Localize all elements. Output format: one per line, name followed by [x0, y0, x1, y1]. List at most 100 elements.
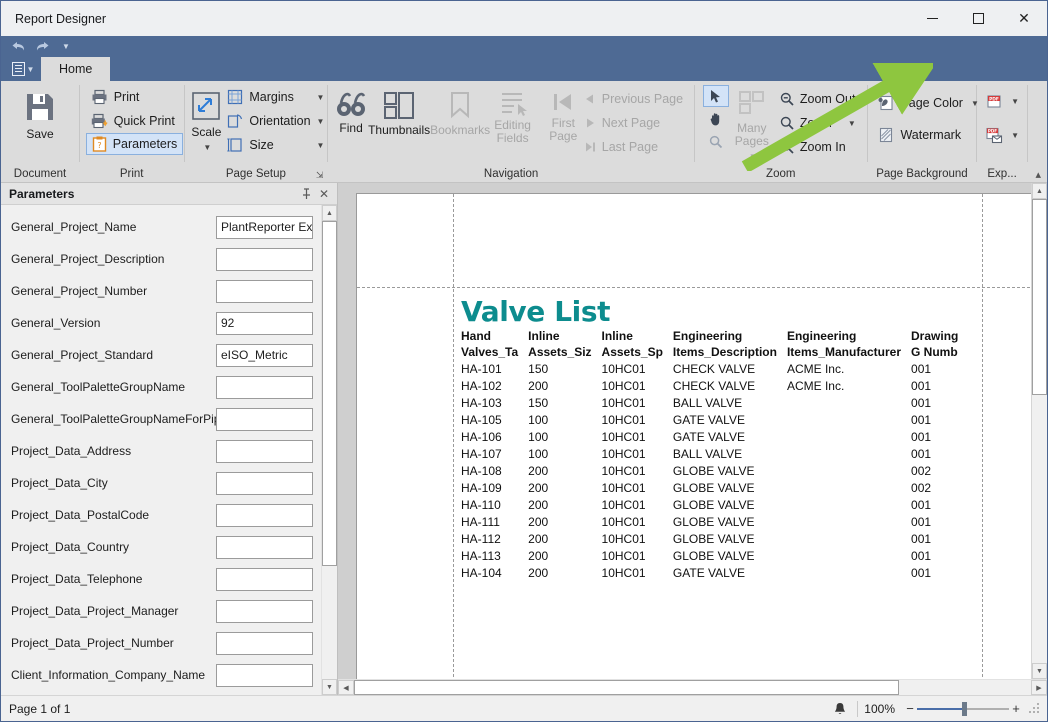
parameter-input[interactable]: eISO_Metric [216, 343, 313, 367]
parameter-input[interactable]: 92 [216, 311, 313, 335]
parameter-label: General_Project_Description [11, 252, 165, 266]
parameter-input[interactable] [216, 503, 313, 527]
parameter-input[interactable] [216, 599, 313, 623]
scroll-track-horizontal[interactable] [354, 680, 1031, 695]
send-email-button[interactable]: PDF ▼ [983, 123, 1021, 147]
parameter-input[interactable] [216, 279, 313, 303]
zoom-slider-handle[interactable] [962, 701, 967, 716]
maximize-button[interactable] [955, 1, 1001, 36]
save-button-label: Save [26, 127, 54, 141]
scroll-down-icon[interactable]: ▼ [1032, 663, 1047, 679]
margins-button[interactable]: Margins ▼ [222, 85, 329, 109]
parameter-input[interactable] [216, 375, 313, 399]
minimize-button[interactable] [909, 1, 955, 36]
parameter-input[interactable] [216, 471, 313, 495]
zoom-in-button[interactable]: Zoom In [775, 135, 861, 159]
zoom-out-icon [780, 92, 794, 106]
last-page-button-label: Last Page [601, 140, 659, 154]
cell-manufacturer [787, 395, 911, 412]
scroll-thumb[interactable] [322, 221, 337, 566]
resize-grip[interactable] [1029, 702, 1041, 715]
zoom-in-button[interactable]: + [1009, 701, 1023, 716]
undo-button[interactable] [7, 37, 29, 56]
cell-tag: HA-103 [461, 396, 502, 410]
scroll-thumb[interactable] [1032, 199, 1047, 395]
watermark-button[interactable]: Watermark [873, 123, 983, 147]
preview-vertical-scrollbar[interactable]: ▲ ▼ [1031, 183, 1047, 679]
parameter-input[interactable] [216, 535, 313, 559]
export-to-button[interactable]: PDF ▼ [983, 89, 1021, 113]
zoom-out-button[interactable]: Zoom Out [775, 87, 861, 111]
size-button[interactable]: Size ▼ [222, 133, 329, 157]
parameters-button[interactable]: ? Parameters [85, 133, 184, 155]
ribbon-group-zoom-label: Zoom [766, 168, 796, 180]
bookmarks-button[interactable]: Bookmarks [430, 85, 490, 159]
cell-manufacturer [787, 548, 911, 565]
parameter-input[interactable]: PlantReporter Exan [216, 215, 313, 239]
cell-drawing: 001 [911, 430, 932, 444]
hand-icon [709, 112, 723, 126]
find-button[interactable]: Find [334, 85, 368, 159]
scroll-left-icon[interactable]: ◀ [338, 680, 354, 695]
next-page-button[interactable]: Next Page [579, 111, 688, 135]
tab-home[interactable]: Home [41, 57, 111, 81]
close-button[interactable]: ✕ [1001, 1, 1047, 36]
table-row: HA-104 200 10HC01 GATE VALVE 001 [461, 565, 968, 582]
scroll-track[interactable] [1032, 199, 1047, 663]
scroll-up-icon[interactable]: ▲ [1032, 183, 1047, 199]
report-page[interactable]: Valve List Hand Valves_Ta Inline Assets_… [356, 193, 1031, 679]
parameter-input[interactable] [216, 567, 313, 591]
valve-list-table: Hand Valves_Ta Inline Assets_Siz Inline … [461, 328, 968, 582]
scale-button[interactable]: Scale ▼ [190, 85, 222, 159]
preview-horizontal-scrollbar[interactable]: ◀ ▶ [338, 679, 1047, 695]
document-canvas[interactable]: Valve List Hand Valves_Ta Inline Assets_… [338, 183, 1031, 679]
divider [857, 700, 859, 717]
zoom-out-button[interactable]: − [903, 701, 917, 716]
redo-button[interactable] [31, 37, 53, 56]
cell-tag: HA-113 [461, 549, 501, 563]
ribbon-group-document-label: Document [13, 168, 67, 180]
save-button[interactable]: Save [7, 85, 73, 159]
editing-fields-button[interactable]: Editing Fields [490, 85, 535, 159]
zoom-in-button-label: Zoom In [799, 140, 846, 154]
parameter-input[interactable] [216, 631, 313, 655]
orientation-icon [227, 113, 243, 129]
hand-tool-button[interactable] [703, 108, 729, 130]
previous-page-button[interactable]: Previous Page [579, 87, 688, 111]
notifications-button[interactable] [829, 702, 851, 716]
parameter-input[interactable] [216, 439, 313, 463]
parameter-input[interactable] [216, 407, 313, 431]
parameter-label: General_Project_Number [11, 284, 148, 298]
parameter-label: General_Project_Standard [11, 348, 154, 362]
scroll-down-icon[interactable]: ▼ [322, 679, 337, 695]
many-pages-button[interactable]: Many Pages ▼ [729, 85, 775, 161]
scroll-up-icon[interactable]: ▲ [322, 205, 337, 221]
pin-icon[interactable] [297, 185, 315, 203]
parameter-input[interactable] [216, 247, 313, 271]
orientation-button[interactable]: Orientation ▼ [222, 109, 329, 133]
quick-print-button[interactable]: Quick Print [86, 109, 184, 133]
magnifier-tool-button[interactable] [703, 131, 729, 153]
scroll-right-icon[interactable]: ▶ [1031, 680, 1047, 695]
cursor-tool-button[interactable] [702, 85, 729, 107]
scroll-thumb-horizontal[interactable] [354, 680, 899, 695]
parameters-vertical-scrollbar[interactable]: ▲ ▼ [321, 205, 337, 695]
close-icon[interactable]: ✕ [315, 185, 333, 203]
first-page-button[interactable]: First Page [548, 85, 579, 159]
page-setup-dialog-launcher[interactable]: ⇲ [316, 170, 324, 181]
customize-qat-button[interactable]: ▼ [55, 37, 77, 56]
ribbon-group-page-setup: Scale ▼ Margins ▼ Orientation ▼ Size ▼ P… [184, 81, 327, 183]
page-color-button[interactable]: Page Color ▼ [873, 91, 983, 115]
parameter-input[interactable] [216, 663, 313, 687]
previous-page-icon [584, 93, 596, 105]
collapse-ribbon-button[interactable]: ▴ [1035, 168, 1041, 181]
cell-tag: HA-102 [461, 379, 502, 393]
zoom-slider[interactable] [917, 701, 1009, 716]
last-page-button[interactable]: Last Page [579, 135, 688, 159]
thumbnails-button[interactable]: Thumbnails [368, 85, 430, 159]
application-menu-button[interactable]: ▼ [5, 57, 41, 81]
table-body: HA-101 150 10HC01 CHECK VALVE ACME Inc. … [461, 361, 968, 582]
zoom-button[interactable]: Zoom ▼ [775, 111, 861, 135]
print-button[interactable]: Print [86, 85, 184, 109]
scroll-track[interactable] [322, 221, 337, 679]
